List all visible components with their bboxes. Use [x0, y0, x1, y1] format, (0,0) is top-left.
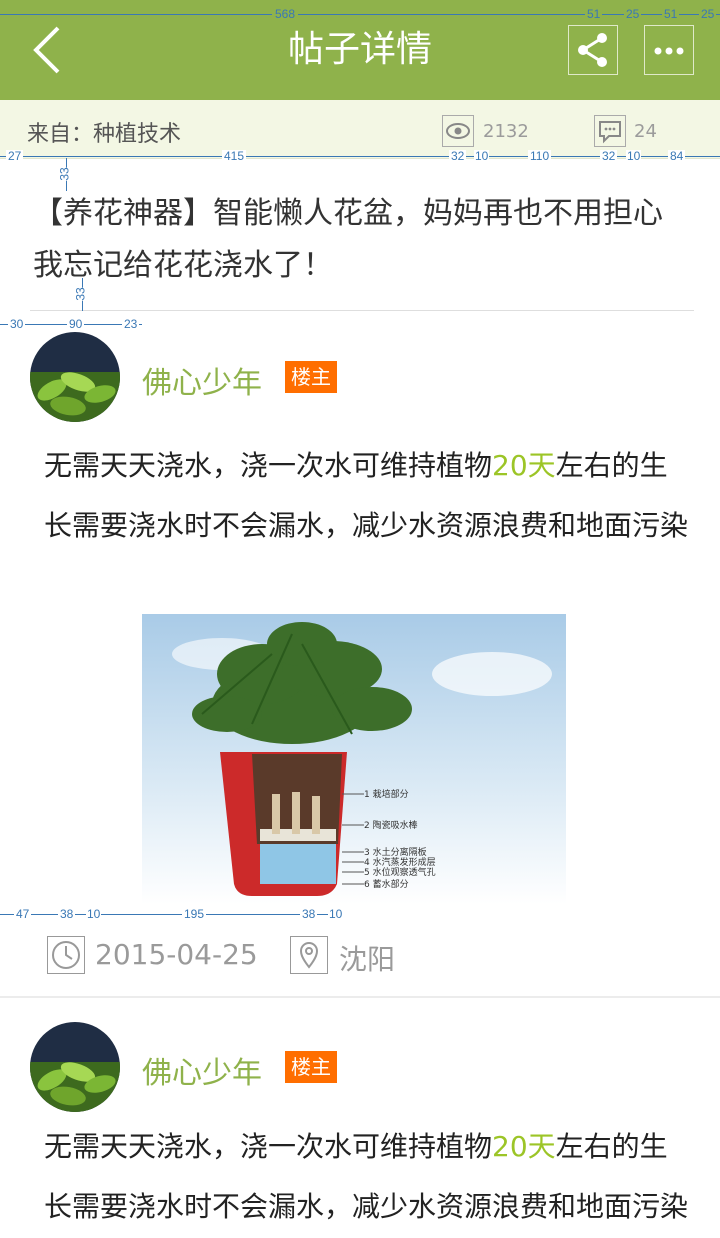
- eye-icon: [442, 115, 474, 147]
- comment-icon: [594, 115, 626, 147]
- dimension-label: 195: [182, 907, 207, 921]
- author-badge: 楼主: [285, 1051, 337, 1083]
- post-content: 无需天天浇水，浇一次水可维持植物20天左右的生长需要浇水时不会漏水，减少水资源浪…: [44, 436, 694, 556]
- dimension-label: 32: [449, 149, 467, 163]
- more-dots-icon: [654, 47, 684, 55]
- more-button[interactable]: [644, 25, 694, 75]
- comment-count: 24: [634, 121, 657, 142]
- image-label: 1 栽培部分: [364, 788, 409, 800]
- dimension-label: 27: [6, 149, 24, 163]
- location-icon: [290, 936, 328, 974]
- image-label: 5 水位观察透气孔: [364, 866, 436, 878]
- username[interactable]: 佛心少年: [142, 1048, 262, 1092]
- dimension-label: 38: [58, 907, 76, 921]
- dimension-label: 84: [668, 149, 686, 163]
- post-date: 2015-04-25: [95, 938, 258, 971]
- image-label: 4 水汽蒸发形成层: [364, 856, 436, 868]
- clock-icon: [47, 936, 85, 974]
- share-button[interactable]: [568, 25, 618, 75]
- image-label: 2 陶瓷吸水棒: [364, 819, 418, 831]
- dimension-label: 32: [600, 149, 618, 163]
- source-label[interactable]: 来自：种植技术: [27, 116, 181, 148]
- dimension-label: 10: [328, 907, 344, 921]
- content-text: 无需天天浇水，浇一次水可维持植物: [44, 1130, 493, 1163]
- dimension-label: 110: [528, 149, 552, 163]
- dimension-label: 30: [8, 317, 26, 331]
- dimension-label: 415: [222, 149, 247, 163]
- avatar[interactable]: [30, 1022, 120, 1112]
- dimension-label: 568: [272, 8, 299, 20]
- dimension-label: 10: [626, 149, 642, 163]
- dimension-label: 51: [585, 7, 603, 21]
- image-label: 3 水土分离隔板: [364, 846, 427, 858]
- floor-separator: [0, 996, 720, 998]
- dimension-label: 10: [474, 149, 490, 163]
- highlight-text: 20天: [492, 449, 556, 482]
- post-content: 无需天天浇水，浇一次水可维持植物20天左右的生长需要浇水时不会漏水，减少水资源浪…: [44, 1117, 694, 1238]
- dimension-label: 25: [624, 7, 642, 21]
- image-label: 6 蓄水部分: [364, 878, 409, 890]
- dimension-label: 90: [67, 317, 85, 331]
- dimension-label: 23: [122, 317, 140, 331]
- post-location: 沈阳: [339, 943, 396, 976]
- dimension-label: 33: [73, 287, 88, 301]
- username[interactable]: 佛心少年: [142, 358, 262, 402]
- divider: [30, 310, 694, 311]
- view-count: 2132: [483, 121, 529, 142]
- dimension-label: 33: [57, 167, 72, 181]
- dimension-label: 25: [699, 7, 717, 21]
- dimension-line: [0, 914, 340, 915]
- dimension-line: [0, 14, 720, 15]
- highlight-text: 20天: [492, 1130, 556, 1163]
- share-icon: [578, 33, 607, 67]
- post-image[interactable]: 1 栽培部分 2 陶瓷吸水棒 3 水土分离隔板 4 水汽蒸发形成层 5 水位观察…: [142, 614, 566, 904]
- content-text: 无需天天浇水，浇一次水可维持植物: [44, 449, 493, 482]
- dimension-label: 51: [662, 7, 680, 21]
- dimension-label: 47: [14, 907, 32, 921]
- dimension-label: 38: [300, 907, 318, 921]
- avatar[interactable]: [30, 332, 120, 422]
- dimension-label: 10: [86, 907, 102, 921]
- author-badge: 楼主: [285, 361, 337, 393]
- post-title: 【养花神器】智能懒人花盆，妈妈再也不用担心我忘记给花花浇水了！: [33, 196, 663, 283]
- chevron-left-icon[interactable]: [28, 24, 68, 76]
